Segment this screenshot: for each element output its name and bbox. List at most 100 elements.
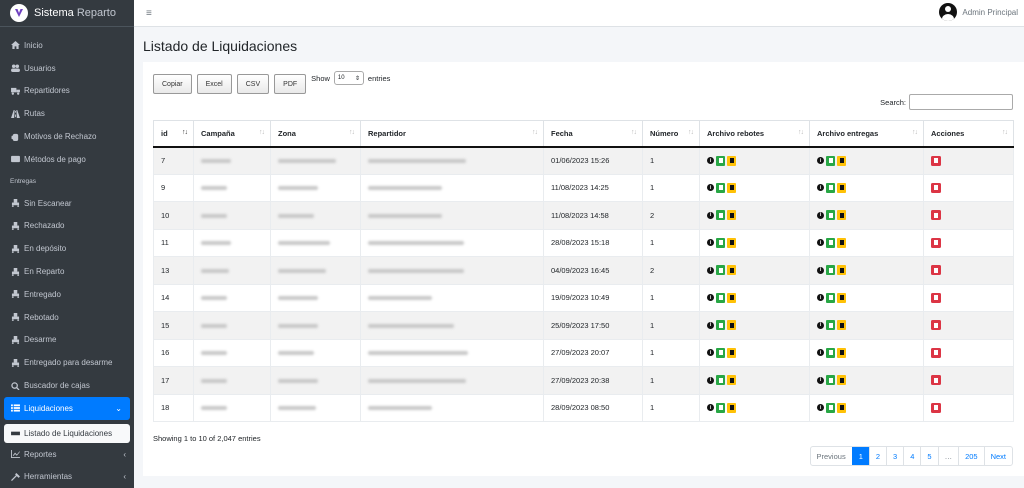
sidebar-item-liquidaciones[interactable]: Liquidaciones ⌄ — [4, 396, 130, 420]
excel-file-icon[interactable] — [826, 210, 835, 221]
excel-file-icon[interactable] — [716, 402, 725, 413]
file-icon[interactable] — [837, 155, 846, 166]
menu-toggle-icon[interactable]: ≡ — [146, 8, 152, 19]
excel-file-icon[interactable] — [826, 292, 835, 303]
user-menu[interactable]: Admin Principal — [939, 3, 1018, 21]
info-icon[interactable]: i — [817, 157, 824, 164]
delete-button[interactable] — [931, 210, 941, 221]
file-icon[interactable] — [727, 375, 736, 386]
info-icon[interactable]: i — [817, 404, 824, 412]
excel-file-icon[interactable] — [826, 402, 835, 413]
file-icon[interactable] — [727, 292, 736, 303]
delete-button[interactable] — [931, 402, 941, 413]
delete-button[interactable] — [931, 155, 941, 166]
info-icon[interactable]: i — [817, 376, 824, 384]
delete-button[interactable] — [931, 292, 941, 303]
file-icon[interactable] — [727, 237, 736, 248]
column-header-campana[interactable]: Campaña ↑↓ — [193, 120, 271, 148]
delete-button[interactable] — [931, 237, 941, 248]
info-icon[interactable]: i — [817, 349, 824, 357]
sidebar-item-repartidores[interactable]: Repartidores — [0, 80, 134, 103]
excel-file-icon[interactable] — [716, 265, 725, 276]
file-icon[interactable] — [837, 320, 846, 331]
sidebar-item-rutas[interactable]: Rutas — [0, 102, 134, 125]
file-icon[interactable] — [727, 347, 736, 358]
info-icon[interactable]: i — [817, 321, 824, 329]
info-icon[interactable]: i — [707, 184, 714, 192]
excel-file-icon[interactable] — [826, 155, 835, 166]
next-page-button[interactable]: Next — [983, 447, 1012, 465]
info-icon[interactable]: i — [707, 239, 714, 247]
brand[interactable]: Sistema Reparto — [0, 0, 134, 27]
file-icon[interactable] — [837, 292, 846, 303]
excel-file-icon[interactable] — [826, 265, 835, 276]
excel-file-icon[interactable] — [716, 375, 725, 386]
info-icon[interactable]: i — [707, 211, 714, 219]
sidebar-item-en-reparto[interactable]: En Reparto — [0, 260, 134, 283]
pdf-button[interactable]: PDF — [274, 74, 307, 94]
excel-file-icon[interactable] — [716, 292, 725, 303]
file-icon[interactable] — [837, 347, 846, 358]
sidebar-item-en-deposito[interactable]: En depósito — [0, 237, 134, 260]
sidebar-item-listado-liquidaciones[interactable]: Listado de Liquidaciones — [4, 423, 130, 443]
sidebar-item-herramientas[interactable]: Herramientas ‹ — [0, 466, 134, 488]
file-icon[interactable] — [837, 210, 846, 221]
sidebar-item-rebotado[interactable]: Rebotado — [0, 306, 134, 329]
info-icon[interactable]: i — [817, 211, 824, 219]
sidebar-item-rechazado[interactable]: Rechazado — [0, 215, 134, 238]
page-length-select[interactable]: 10 ⇕ — [333, 71, 364, 85]
column-header-fecha[interactable]: Fecha ↑↓ — [543, 120, 643, 148]
file-icon[interactable] — [727, 265, 736, 276]
page-button[interactable]: 2 — [868, 447, 886, 465]
info-icon[interactable]: i — [817, 294, 824, 302]
excel-file-icon[interactable] — [716, 237, 725, 248]
file-icon[interactable] — [727, 210, 736, 221]
sidebar-item-entregado[interactable]: Entregado — [0, 283, 134, 306]
sidebar-item-usuarios[interactable]: Usuarios — [0, 57, 134, 80]
search-input[interactable] — [909, 94, 1013, 110]
file-icon[interactable] — [727, 320, 736, 331]
excel-file-icon[interactable] — [826, 237, 835, 248]
excel-file-icon[interactable] — [716, 155, 725, 166]
file-icon[interactable] — [727, 155, 736, 166]
info-icon[interactable]: i — [707, 294, 714, 302]
column-header-archivo-entregas[interactable]: Archivo entregas ↑↓ — [809, 120, 924, 148]
info-icon[interactable]: i — [817, 239, 824, 247]
file-icon[interactable] — [837, 182, 846, 193]
excel-file-icon[interactable] — [716, 210, 725, 221]
excel-file-icon[interactable] — [826, 347, 835, 358]
excel-button[interactable]: Excel — [196, 74, 232, 94]
sidebar-item-reportes[interactable]: Reportes ‹ — [0, 443, 134, 466]
excel-file-icon[interactable] — [826, 375, 835, 386]
info-icon[interactable]: i — [707, 266, 714, 274]
sidebar-item-sin-escanear[interactable]: Sin Escanear — [0, 192, 134, 215]
file-icon[interactable] — [727, 402, 736, 413]
file-icon[interactable] — [727, 182, 736, 193]
page-button[interactable]: 3 — [886, 447, 903, 465]
delete-button[interactable] — [931, 182, 941, 193]
sidebar-item-metodos-pago[interactable]: Métodos de pago — [0, 148, 134, 171]
sidebar-item-motivos-rechazo[interactable]: Motivos de Rechazo — [0, 125, 134, 148]
column-header-numero[interactable]: Número ↑↓ — [642, 120, 700, 148]
info-icon[interactable]: i — [817, 184, 824, 192]
sidebar-item-inicio[interactable]: Inicio — [0, 34, 134, 57]
column-header-zona[interactable]: Zona ↑↓ — [270, 120, 361, 148]
page-button[interactable]: 4 — [903, 447, 920, 465]
column-header-acciones[interactable]: Acciones ↑↓ — [923, 120, 1014, 148]
column-header-repartidor[interactable]: Repartidor ↑↓ — [360, 120, 544, 148]
info-icon[interactable]: i — [707, 376, 714, 384]
csv-button[interactable]: CSV — [236, 74, 270, 94]
info-icon[interactable]: i — [707, 321, 714, 329]
delete-button[interactable] — [931, 347, 941, 358]
copy-button[interactable]: Copiar — [153, 74, 192, 94]
column-header-id[interactable]: id ↑↓ — [153, 120, 194, 148]
sidebar-item-buscador-cajas[interactable]: Buscador de cajas — [0, 374, 134, 397]
file-icon[interactable] — [837, 265, 846, 276]
info-icon[interactable]: i — [817, 266, 824, 274]
excel-file-icon[interactable] — [826, 182, 835, 193]
delete-button[interactable] — [931, 320, 941, 331]
column-header-archivo-rebotes[interactable]: Archivo rebotes ↑↓ — [699, 120, 810, 148]
excel-file-icon[interactable] — [716, 347, 725, 358]
file-icon[interactable] — [837, 375, 846, 386]
excel-file-icon[interactable] — [826, 320, 835, 331]
